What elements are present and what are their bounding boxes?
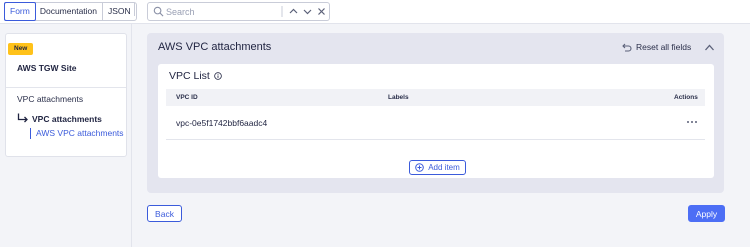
vpc-id-cell: vpc-0e5f1742bbf6aadc4: [176, 118, 268, 128]
add-item-button[interactable]: Add item: [409, 160, 466, 175]
search-icon: [153, 6, 164, 17]
plus-circle-icon: [415, 163, 425, 172]
sidebar-subitem-vpc-attachments[interactable]: VPC attachments: [32, 114, 102, 124]
view-tabs: Form Documentation JSON: [4, 2, 137, 21]
return-arrow-icon: [17, 113, 28, 123]
chevron-down-icon[interactable]: [302, 6, 313, 17]
table-header: VPC ID Labels Actions: [166, 89, 705, 106]
sidebar-item-vpc-attachments[interactable]: VPC attachments: [17, 94, 83, 104]
chevron-up-icon[interactable]: [288, 6, 299, 17]
undo-icon: [622, 43, 632, 52]
tab-documentation[interactable]: Documentation: [35, 3, 104, 20]
sidebar-leaf-aws-vpc-attachments[interactable]: AWS VPC attachments: [30, 128, 124, 139]
more-actions-icon[interactable]: [686, 119, 698, 125]
site-name: AWS TGW Site: [17, 63, 77, 73]
tab-form[interactable]: Form: [4, 2, 36, 21]
vpc-list-label: VPC List: [169, 70, 210, 82]
info-icon[interactable]: [214, 72, 222, 80]
sidebar-divider: [6, 87, 126, 88]
panel-title: AWS VPC attachments: [158, 41, 272, 53]
column-header-actions: Actions: [674, 94, 698, 101]
column-header-vpc-id: VPC ID: [176, 94, 198, 101]
aws-vpc-attachments-panel: AWS VPC attachments Reset all fields VPC…: [147, 33, 724, 193]
reset-all-fields-button[interactable]: Reset all fields: [622, 42, 691, 52]
table-row: vpc-0e5f1742bbf6aadc4: [166, 106, 705, 140]
close-icon[interactable]: [316, 6, 327, 17]
sidebar-border: [131, 24, 132, 247]
chevron-up-collapse-icon[interactable]: [704, 43, 715, 52]
new-badge: New: [8, 43, 34, 55]
vpc-list-title: VPC List: [169, 70, 222, 82]
add-item-label: Add item: [428, 163, 460, 172]
tab-json[interactable]: JSON: [103, 3, 136, 20]
top-bar: Form Documentation JSON: [0, 0, 750, 24]
search-input[interactable]: [166, 4, 276, 19]
reset-label: Reset all fields: [636, 42, 692, 52]
apply-button[interactable]: Apply: [688, 205, 725, 222]
toolbar-divider: [134, 3, 135, 16]
search-box: [147, 2, 330, 21]
back-button[interactable]: Back: [147, 205, 182, 222]
column-header-labels: Labels: [388, 94, 409, 101]
vpc-list-card: VPC List VPC ID Labels Actions vpc-0e5f1…: [158, 64, 714, 178]
sidebar-card: New AWS TGW Site VPC attachments VPC att…: [5, 33, 127, 157]
